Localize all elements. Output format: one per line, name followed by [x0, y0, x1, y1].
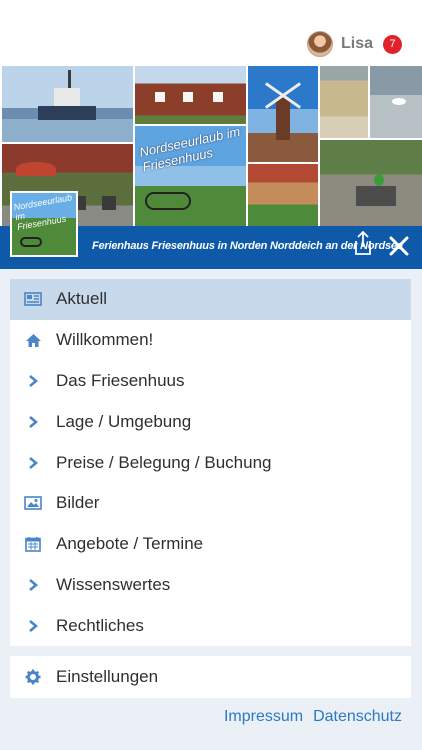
menu-item-label: Preise / Belegung / Buchung — [56, 452, 272, 472]
main-menu: Aktuell Willkommen! Das Friesenhuus Lage… — [10, 279, 411, 646]
share-button[interactable] — [352, 230, 374, 256]
photo-seagull — [370, 66, 422, 138]
photo-house — [135, 66, 246, 124]
chevron-right-icon — [24, 617, 42, 635]
menu-item-label: Wissenswertes — [56, 574, 171, 594]
photo-patio — [320, 140, 422, 226]
user-profile[interactable]: Lisa 7 — [306, 30, 402, 58]
menu-item-label: Angebote / Termine — [56, 534, 204, 554]
settings-label: Einstellungen — [56, 667, 159, 686]
photo-windmill — [248, 66, 318, 162]
header-thumbnail: Nordseeurlaub im Friesenhuus — [10, 191, 78, 257]
menu-item-label: Aktuell — [56, 289, 108, 309]
photo-dunes — [320, 66, 368, 138]
gear-icon — [24, 668, 42, 686]
close-icon — [389, 236, 409, 256]
menu-item-label: Bilder — [56, 493, 100, 513]
menu-item-einstellungen[interactable]: Einstellungen — [10, 656, 411, 698]
top-bar: Lisa 7 — [0, 0, 422, 66]
chevron-right-icon — [24, 413, 42, 431]
chevron-right-icon — [24, 372, 42, 390]
menu-item-angebote[interactable]: Angebote / Termine — [10, 524, 411, 565]
menu-item-rechtliches[interactable]: Rechtliches — [10, 605, 411, 646]
newspaper-icon — [24, 290, 42, 308]
share-icon — [355, 230, 371, 255]
menu-item-willkommen[interactable]: Willkommen! — [10, 320, 411, 361]
close-button[interactable] — [388, 235, 410, 257]
calendar-icon — [24, 535, 42, 553]
menu-item-wissenswertes[interactable]: Wissenswertes — [10, 565, 411, 606]
menu-item-lage[interactable]: Lage / Umgebung — [10, 401, 411, 442]
user-name[interactable]: Lisa — [341, 35, 373, 53]
menu-item-label: Lage / Umgebung — [56, 411, 192, 431]
thumbnail-text: Nordseeurlaub im Friesenhuus — [12, 192, 73, 233]
photo-garden — [248, 164, 318, 226]
menu-item-preise[interactable]: Preise / Belegung / Buchung — [10, 442, 411, 483]
site-title: Ferienhaus Friesenhuus in Norden Norddei… — [92, 240, 403, 252]
chevron-right-icon — [24, 576, 42, 594]
menu-item-aktuell[interactable]: Aktuell — [10, 279, 411, 320]
menu-item-label: Rechtliches — [56, 615, 144, 635]
avatar[interactable] — [306, 31, 333, 57]
menu-item-label: Das Friesenhuus — [56, 370, 185, 390]
photo-ship — [2, 66, 133, 142]
datenschutz-link[interactable]: Datenschutz — [313, 708, 402, 726]
notification-badge[interactable]: 7 — [383, 34, 402, 54]
chevron-right-icon — [24, 454, 42, 472]
image-icon — [24, 494, 42, 512]
impressum-link[interactable]: Impressum — [224, 708, 303, 726]
home-icon — [24, 331, 42, 349]
menu-item-friesenhuus[interactable]: Das Friesenhuus — [10, 361, 411, 402]
footer-links: Impressum Datenschutz — [224, 708, 402, 726]
menu-item-bilder[interactable]: Bilder — [10, 483, 411, 524]
menu-item-label: Willkommen! — [56, 330, 154, 350]
